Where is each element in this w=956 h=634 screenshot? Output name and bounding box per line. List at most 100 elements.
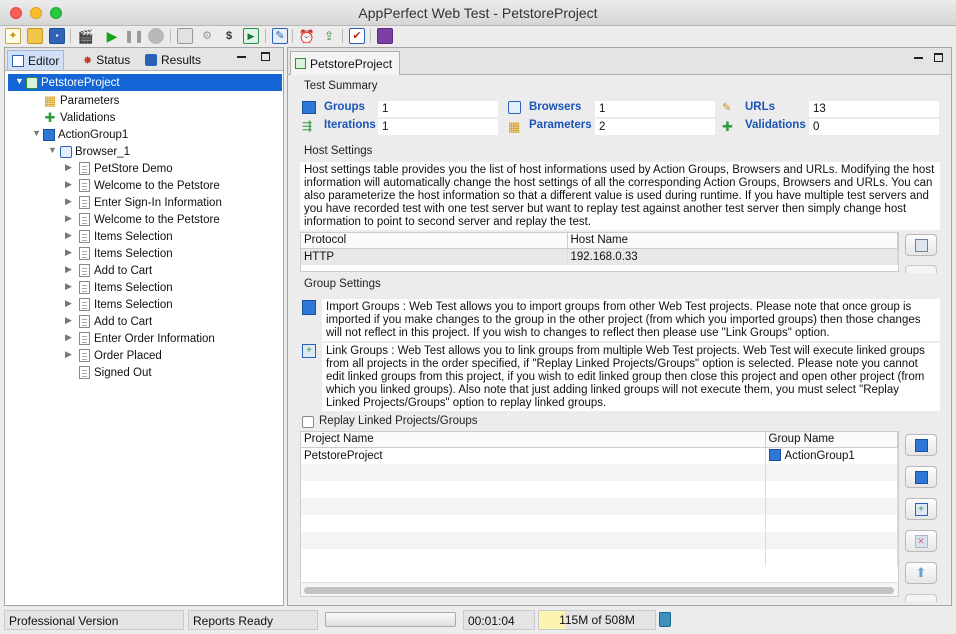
linked-cell-group[interactable]: ActionGroup1 [765, 447, 898, 464]
tree-item-label: Items Selection [94, 230, 173, 243]
tree-item-parameters[interactable]: ▦ Parameters [43, 92, 120, 109]
move-up-button[interactable]: ⬆ [905, 562, 937, 584]
validations-icon: ✚ [44, 109, 56, 125]
tree-item-label: Enter Order Information [94, 332, 215, 345]
tab-status[interactable]: ✸ Status [79, 51, 134, 69]
edit-icon[interactable]: ✎ [272, 28, 288, 44]
replay-linked-checkbox[interactable] [302, 416, 314, 428]
host-settings-description: Host settings table provides you the lis… [300, 162, 940, 230]
expand-arrow-icon[interactable]: ▶ [65, 196, 72, 207]
minimize-panel-icon[interactable] [237, 56, 246, 58]
urls-icon: ✎ [722, 102, 732, 114]
replay-linked-label[interactable]: Replay Linked Projects/Groups [319, 415, 478, 427]
tree-item-page[interactable]: PetStore Demo [77, 160, 173, 177]
toolbar-separator [370, 29, 371, 43]
button-edge [905, 265, 937, 273]
link-groups-icon: + [914, 502, 928, 516]
minimize-editor-icon[interactable] [914, 57, 923, 59]
tab-results[interactable]: Results [141, 51, 205, 69]
tree-item-page[interactable]: Order Placed [77, 347, 162, 364]
edition-label: Professional Version [4, 610, 184, 630]
tree-item-page[interactable]: Items Selection [77, 228, 173, 245]
tree-item-page[interactable]: Add to Cart [77, 262, 152, 279]
expand-arrow-icon[interactable]: ▶ [65, 162, 72, 173]
expand-arrow-icon[interactable]: ▶ [65, 298, 72, 309]
record-icon[interactable]: 🎬 [78, 28, 94, 44]
expand-arrow-icon[interactable]: ▶ [65, 179, 72, 190]
toolbar: ✦ ▪ 🎬 ▶ ❚❚ ⚙ $ ▶ ✎ ⏰ ⇪ ✔ [0, 26, 956, 46]
checklist-icon[interactable]: ✔ [349, 28, 365, 44]
tree-item-page[interactable]: Enter Order Information [77, 330, 215, 347]
import-groups-button[interactable] [905, 466, 937, 488]
action-group-icon [43, 128, 55, 141]
title-bar: AppPerfect Web Test - PetstoreProject [0, 0, 956, 26]
expand-arrow-icon[interactable]: ▶ [65, 332, 72, 343]
tree-item-page[interactable]: Welcome to the Petstore [77, 211, 220, 228]
export-icon[interactable]: ⇪ [321, 28, 337, 44]
open-project-icon[interactable] [27, 28, 43, 44]
collapse-arrow-icon[interactable]: ▼ [48, 145, 57, 155]
groups-value: 1 [378, 101, 498, 117]
linked-col-group[interactable]: Group Name [765, 432, 898, 448]
tree-item-project[interactable]: PetstoreProject [26, 74, 120, 91]
expand-arrow-icon[interactable]: ▶ [65, 349, 72, 360]
host-settings-button[interactable] [905, 234, 937, 256]
expand-arrow-icon[interactable]: ▶ [65, 230, 72, 241]
garbage-collect-icon[interactable] [659, 612, 671, 627]
expand-arrow-icon[interactable]: ▶ [65, 213, 72, 224]
add-group-button[interactable] [905, 434, 937, 456]
tree-item-validations[interactable]: ✚ Validations [43, 109, 116, 126]
tree-item-browser[interactable]: Browser_1 [60, 143, 130, 160]
tree-item-page[interactable]: Welcome to the Petstore [77, 177, 220, 194]
tree-item-page[interactable]: Items Selection [77, 245, 173, 262]
browser-replay-icon[interactable]: ▶ [243, 28, 259, 44]
tree-item-action-group[interactable]: ActionGroup1 [43, 126, 128, 143]
linked-cell-project[interactable]: PetstoreProject [301, 447, 766, 464]
new-project-icon[interactable]: ✦ [5, 28, 21, 44]
tree-item-page[interactable]: Items Selection [77, 296, 173, 313]
host-settings-icon [914, 238, 928, 252]
settings-icon[interactable]: ⚙ [199, 28, 215, 44]
schedule-icon[interactable]: ⏰ [299, 28, 315, 44]
linked-col-project[interactable]: Project Name [301, 432, 766, 448]
page-icon [77, 366, 91, 380]
tree-item-page[interactable]: Enter Sign-In Information [77, 194, 222, 211]
link-groups-button[interactable]: + [905, 498, 937, 520]
tab-petstore-project[interactable]: PetstoreProject [290, 51, 400, 75]
scrollbar-thumb[interactable] [304, 587, 894, 594]
collapse-arrow-icon[interactable]: ▼ [15, 76, 24, 86]
pause-icon[interactable]: ❚❚ [124, 28, 144, 44]
host-col-hostname[interactable]: Host Name [567, 233, 898, 249]
tree-item-label: Signed Out [94, 366, 152, 379]
tree-item-page[interactable]: Items Selection [77, 279, 173, 296]
save-icon[interactable]: ▪ [49, 28, 65, 44]
play-icon[interactable]: ▶ [104, 28, 120, 44]
host-cell-protocol[interactable]: HTTP [301, 248, 568, 265]
table-row[interactable]: HTTP 192.168.0.33 [301, 248, 898, 265]
expand-arrow-icon[interactable]: ▶ [65, 281, 72, 292]
maximize-panel-icon[interactable] [261, 52, 270, 61]
help-book-icon[interactable] [377, 28, 393, 44]
tree-item-page[interactable]: Add to Cart [77, 313, 152, 330]
maximize-editor-icon[interactable] [934, 53, 943, 62]
page-icon [77, 349, 91, 363]
remove-group-button[interactable]: ✕ [905, 530, 937, 552]
arrow-up-icon: ⬆ [915, 565, 927, 580]
tree-item-page[interactable]: Signed Out [77, 364, 152, 381]
expand-arrow-icon[interactable]: ▶ [65, 315, 72, 326]
page-icon [77, 196, 91, 210]
table-row[interactable]: PetstoreProject ActionGroup1 [301, 447, 898, 464]
stop-icon[interactable] [148, 28, 164, 44]
tab-editor[interactable]: Editor [7, 50, 65, 70]
test-summary-heading: Test Summary [304, 80, 378, 92]
tab-label: PetstoreProject [310, 56, 393, 71]
collapse-arrow-icon[interactable]: ▼ [32, 128, 41, 138]
capture-icon[interactable] [177, 28, 193, 44]
groups-icon [302, 101, 316, 114]
host-cell-hostname[interactable]: 192.168.0.33 [567, 248, 898, 265]
host-col-protocol[interactable]: Protocol [301, 233, 568, 249]
expand-arrow-icon[interactable]: ▶ [65, 264, 72, 275]
expand-arrow-icon[interactable]: ▶ [65, 247, 72, 258]
script-icon[interactable]: $ [221, 28, 237, 44]
horizontal-scrollbar[interactable] [301, 582, 898, 596]
